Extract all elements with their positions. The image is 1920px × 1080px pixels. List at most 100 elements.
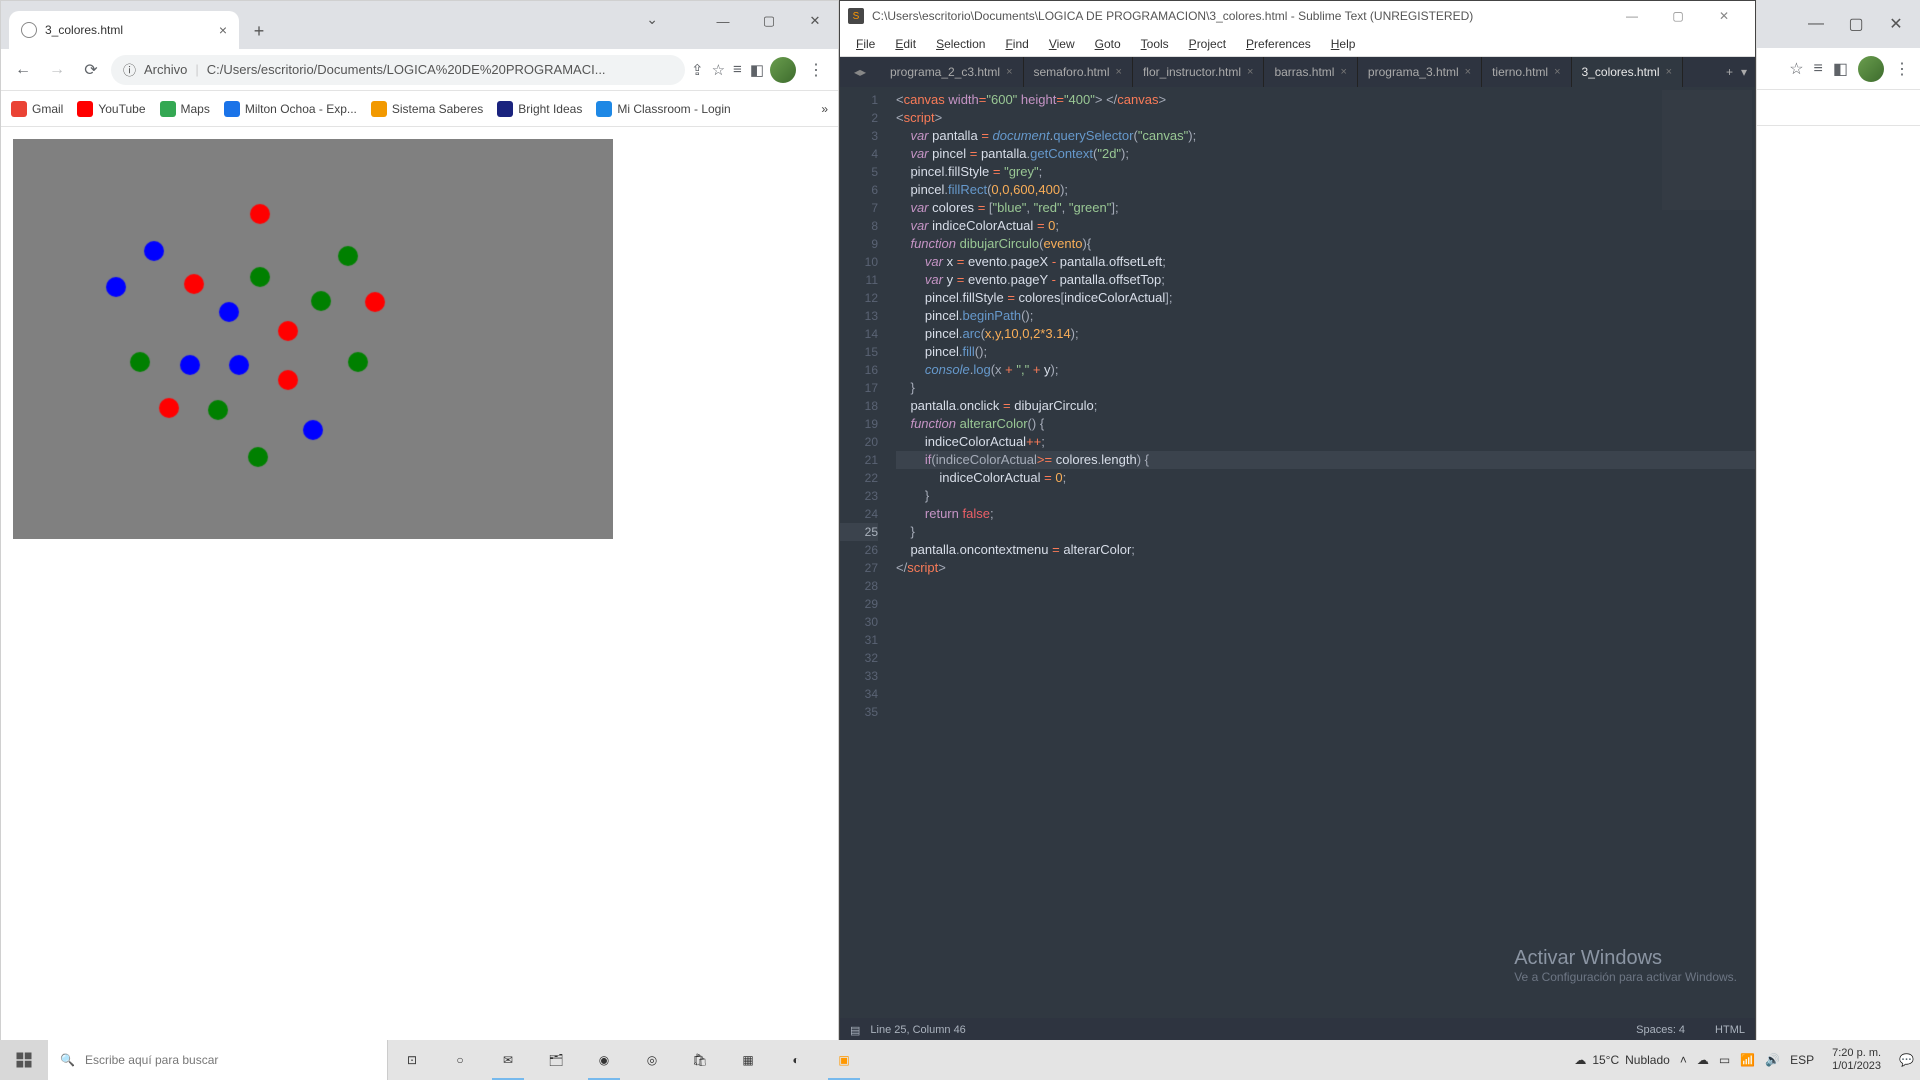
minimap[interactable] xyxy=(1662,90,1752,210)
taskbar-app-mail[interactable]: ✉ xyxy=(484,1040,532,1080)
taskbar-app-edge[interactable]: ◎ xyxy=(628,1040,676,1080)
minimize-button[interactable]: ― xyxy=(1796,4,1836,44)
profile-avatar[interactable] xyxy=(1858,56,1884,82)
clock-time: 7:20 p. m. xyxy=(1832,1047,1881,1060)
maximize-button[interactable]: ▢ xyxy=(1655,1,1701,31)
bookmark-item[interactable]: Sistema Saberes xyxy=(371,101,483,117)
bookmark-item[interactable]: Gmail xyxy=(11,101,63,117)
taskbar-app-sublime[interactable]: ▣ xyxy=(820,1040,868,1080)
close-icon[interactable]: × xyxy=(1554,66,1560,78)
bookmarks-overflow[interactable]: » xyxy=(821,102,828,116)
close-icon[interactable]: × xyxy=(219,22,227,38)
bookmark-item[interactable]: YouTube xyxy=(77,101,145,117)
weather-cond: Nublado xyxy=(1625,1053,1670,1067)
new-tab-button[interactable]: + xyxy=(1726,65,1733,79)
wifi-icon[interactable]: 📶 xyxy=(1740,1053,1755,1067)
reload-button[interactable]: ⟳ xyxy=(77,56,105,84)
profile-avatar[interactable] xyxy=(770,57,796,83)
taskbar-app-generic2[interactable]: ◐ xyxy=(772,1040,820,1080)
taskbar-app-explorer[interactable]: 🗂 xyxy=(532,1040,580,1080)
reading-list-icon[interactable]: ≡ xyxy=(733,61,742,79)
tab-history-nav[interactable]: ◂▸ xyxy=(840,57,880,87)
cortana-button[interactable]: ○ xyxy=(436,1040,484,1080)
menu-item[interactable]: Find xyxy=(997,35,1036,53)
editor-tab[interactable]: flor_instructor.html× xyxy=(1133,57,1264,87)
status-syntax[interactable]: HTML xyxy=(1715,1024,1745,1036)
sublime-statusbar[interactable]: ▤ Line 25, Column 46 Spaces: 4 HTML xyxy=(840,1018,1755,1042)
code-editor[interactable]: <canvas width="600" height="400"> </canv… xyxy=(888,87,1755,1018)
drawing-canvas[interactable] xyxy=(13,139,613,539)
taskbar-clock[interactable]: 7:20 p. m. 1/01/2023 xyxy=(1824,1047,1889,1073)
start-button[interactable] xyxy=(0,1040,48,1080)
close-icon[interactable]: × xyxy=(1116,66,1122,78)
battery-icon[interactable]: ▭ xyxy=(1719,1053,1730,1067)
onedrive-icon[interactable]: ☁ xyxy=(1697,1053,1709,1067)
menu-item[interactable]: File xyxy=(848,35,883,53)
chrome-menu-button[interactable]: ⋮ xyxy=(802,56,830,84)
bookmark-item[interactable]: Bright Ideas xyxy=(497,101,582,117)
chrome-tabstrip: 3_colores.html × + ⌄ ― ▢ ✕ xyxy=(1,1,838,49)
tab-dropdown-icon[interactable]: ▾ xyxy=(1741,65,1747,79)
url-text: C:/Users/escritorio/Documents/LOGICA%20D… xyxy=(207,62,606,77)
volume-icon[interactable]: 🔊 xyxy=(1765,1053,1780,1067)
side-panel-icon[interactable]: ◧ xyxy=(750,61,764,79)
tray-chevron-icon[interactable]: ˄ xyxy=(1680,1053,1687,1067)
tab-overflow-icon[interactable]: ⌄ xyxy=(646,11,658,28)
editor-tab[interactable]: programa_2_c3.html× xyxy=(880,57,1024,87)
close-button[interactable]: ✕ xyxy=(792,1,838,41)
editor-tab[interactable]: 3_colores.html× xyxy=(1572,57,1683,87)
star-icon[interactable]: ☆ xyxy=(1789,59,1803,79)
close-button[interactable]: ✕ xyxy=(1701,1,1747,31)
notifications-icon[interactable]: 💬 xyxy=(1899,1053,1914,1067)
line-gutter[interactable]: 1234567891011121314151617181920212223242… xyxy=(840,87,888,1018)
ime-indicator[interactable]: ESP xyxy=(1790,1053,1814,1067)
taskbar-app-store[interactable]: 🛍 xyxy=(676,1040,724,1080)
close-icon[interactable]: × xyxy=(1465,66,1471,78)
close-icon[interactable]: × xyxy=(1006,66,1012,78)
chrome-menu-button[interactable]: ⋮ xyxy=(1894,59,1910,79)
taskbar-search[interactable]: 🔍 Escribe aquí para buscar xyxy=(48,1040,388,1080)
close-button[interactable]: ✕ xyxy=(1876,4,1916,44)
menu-item[interactable]: Tools xyxy=(1133,35,1177,53)
status-indent[interactable]: Spaces: 4 xyxy=(1636,1024,1685,1036)
share-icon[interactable]: ⇪ xyxy=(691,61,704,79)
weather-widget[interactable]: ☁ 15°C Nublado xyxy=(1574,1053,1670,1067)
new-tab-button[interactable]: + xyxy=(245,17,273,45)
sublime-menubar[interactable]: FileEditSelectionFind ViewGotoToolsProjec… xyxy=(840,31,1755,57)
menu-item[interactable]: Preferences xyxy=(1238,35,1319,53)
close-icon[interactable]: × xyxy=(1666,66,1672,78)
task-view-button[interactable]: ⊡ xyxy=(388,1040,436,1080)
maximize-button[interactable]: ▢ xyxy=(1836,4,1876,44)
browser-tab[interactable]: 3_colores.html × xyxy=(9,11,239,49)
menu-item[interactable]: Help xyxy=(1323,35,1364,53)
taskbar-app-generic1[interactable]: ▦ xyxy=(724,1040,772,1080)
bookmark-item[interactable]: Maps xyxy=(160,101,210,117)
bookmark-item[interactable]: Milton Ochoa - Exp... xyxy=(224,101,357,117)
maximize-button[interactable]: ▢ xyxy=(746,1,792,41)
menu-item[interactable]: Goto xyxy=(1087,35,1129,53)
back-button[interactable]: ← xyxy=(9,56,37,84)
forward-button[interactable]: → xyxy=(43,56,71,84)
minimize-button[interactable]: ― xyxy=(700,1,746,41)
menu-item[interactable]: View xyxy=(1041,35,1083,53)
menu-item[interactable]: Project xyxy=(1181,35,1234,53)
close-icon[interactable]: × xyxy=(1340,66,1346,78)
star-icon[interactable]: ☆ xyxy=(712,61,725,79)
menu-item[interactable]: Edit xyxy=(887,35,924,53)
close-icon[interactable]: × xyxy=(1247,66,1253,78)
address-bar[interactable]: ⓘ Archivo | C:/Users/escritorio/Document… xyxy=(111,55,685,85)
side-panel-icon[interactable]: ◧ xyxy=(1833,59,1848,79)
editor-area: 1234567891011121314151617181920212223242… xyxy=(840,87,1755,1018)
weather-icon: ☁ xyxy=(1574,1053,1586,1067)
menu-item[interactable]: Selection xyxy=(928,35,993,53)
status-hamburger-icon[interactable]: ▤ xyxy=(850,1024,860,1037)
reading-list-icon[interactable]: ≡ xyxy=(1814,60,1823,78)
bookmark-item[interactable]: Mi Classroom - Login xyxy=(596,101,730,117)
editor-tab[interactable]: barras.html× xyxy=(1264,57,1357,87)
taskbar-app-chrome[interactable]: ◉ xyxy=(580,1040,628,1080)
bookmark-favicon xyxy=(371,101,387,117)
minimize-button[interactable]: ― xyxy=(1609,1,1655,31)
editor-tab[interactable]: tierno.html× xyxy=(1482,57,1571,87)
editor-tab[interactable]: semaforo.html× xyxy=(1024,57,1133,87)
editor-tab[interactable]: programa_3.html× xyxy=(1358,57,1482,87)
